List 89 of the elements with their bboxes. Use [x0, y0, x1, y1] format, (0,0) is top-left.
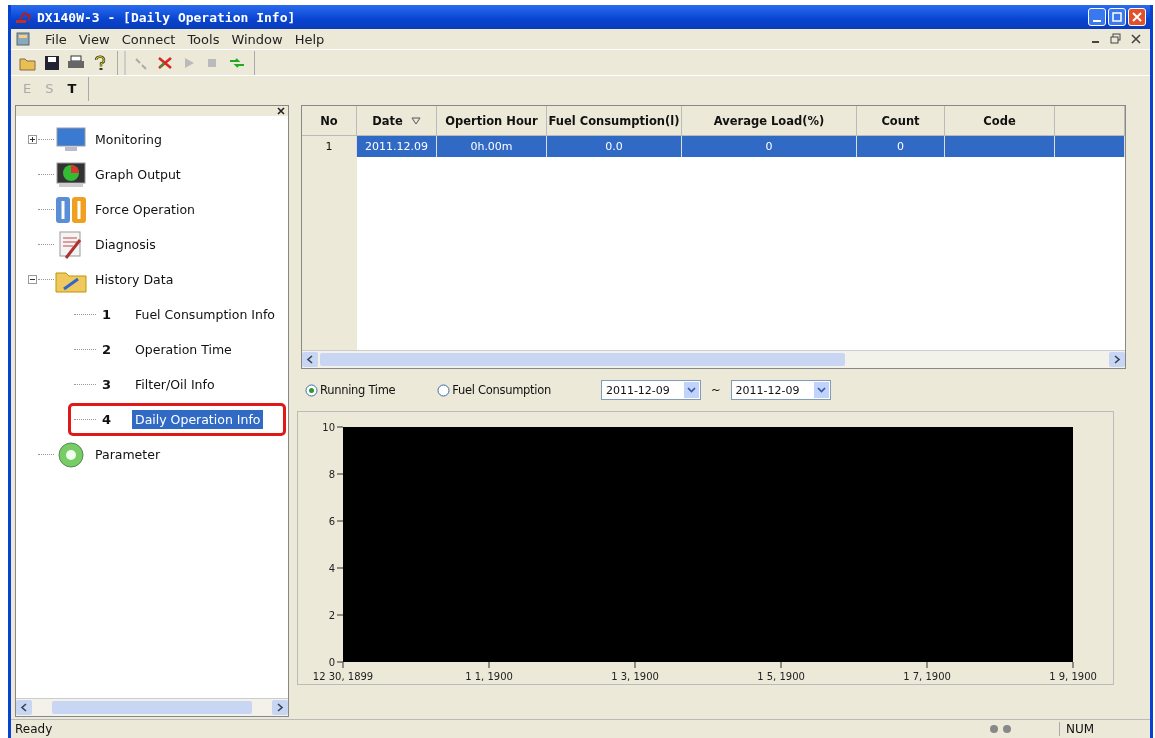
tree-item[interactable]: Diagnosis [92, 235, 159, 254]
maximize-icon [1111, 11, 1123, 23]
table-cell: 1 [302, 136, 357, 157]
close-button[interactable] [1128, 8, 1146, 26]
y-tick [336, 520, 344, 522]
radio-option[interactable]: Running Time [305, 383, 396, 397]
horizontal-scrollbar[interactable] [302, 350, 1125, 368]
excavator-icon [15, 9, 33, 25]
x-tick-label: 1 7, 1900 [903, 671, 951, 682]
status-text: Ready [15, 722, 54, 736]
x-tick-label: 12 30, 1899 [312, 671, 374, 682]
menu-item[interactable]: Help [294, 31, 325, 47]
horizontal-scrollbar[interactable] [16, 698, 288, 716]
restore-icon[interactable] [1110, 33, 1122, 45]
tree-item[interactable]: Graph Output [92, 165, 184, 184]
item-number: 3 [101, 377, 113, 392]
close-icon[interactable] [1130, 33, 1142, 45]
menu-item[interactable]: Connect [121, 31, 176, 47]
disconnect-icon[interactable] [156, 54, 174, 71]
minimize-icon [1093, 20, 1101, 22]
y-tick [336, 661, 344, 663]
minimize-button[interactable] [1088, 8, 1106, 26]
tree-item[interactable]: Force Operation [92, 200, 198, 219]
window-title: DX140W-3 - [Daily Operation Info] [37, 9, 296, 25]
x-tick-label: 1 1, 1900 [465, 671, 513, 682]
y-tick [336, 473, 344, 475]
tree-item[interactable]: Daily Operation Info [132, 410, 264, 429]
tools-icon [54, 194, 88, 225]
mode-button[interactable]: T [63, 81, 81, 96]
item-number: 4 [101, 412, 113, 427]
menu-item[interactable]: Tools [187, 31, 220, 47]
range-separator: ~ [709, 383, 722, 397]
chevron-down-icon[interactable] [686, 387, 696, 393]
y-tick-label: 4 [328, 563, 335, 574]
scroll-left-icon[interactable] [16, 700, 32, 715]
sort-icon [410, 116, 421, 125]
scroll-left-icon[interactable] [302, 352, 318, 367]
document-icon [15, 31, 33, 47]
table-cell: 0h.00m [437, 136, 547, 157]
tree-item[interactable]: Parameter [92, 445, 164, 464]
date-dropdown[interactable]: 2011-12-09 [730, 380, 831, 400]
x-tick-label: 1 5, 1900 [757, 671, 805, 682]
x-tick [780, 661, 782, 669]
close-icon [1131, 11, 1143, 23]
menu-item[interactable]: File [45, 31, 67, 47]
table-cell: 0.0 [547, 136, 682, 157]
pie-chart-icon [54, 159, 88, 190]
tree-item[interactable]: History Data [92, 270, 177, 289]
table-row[interactable]: 1 2011.12.09 0h.00m 0.0 0 0 [302, 136, 1125, 157]
tree-item[interactable]: Fuel Consumption Info [132, 305, 278, 324]
menu-item[interactable]: View [78, 31, 110, 47]
maximize-button[interactable] [1108, 8, 1126, 26]
x-tick-label: 1 3, 1900 [611, 671, 659, 682]
item-number: 1 [101, 307, 113, 322]
scroll-right-icon[interactable] [1109, 352, 1125, 367]
printer-icon[interactable] [67, 54, 85, 71]
expand-icon[interactable] [27, 135, 37, 144]
y-tick [336, 567, 344, 569]
x-tick [1072, 661, 1074, 669]
x-tick-label: 1 9, 1900 [1049, 671, 1097, 682]
scroll-right-icon[interactable] [272, 700, 288, 715]
y-tick-label: 2 [328, 610, 335, 621]
tree-item[interactable]: Operation Time [132, 340, 235, 359]
radio-icon[interactable] [437, 383, 451, 397]
x-tick [342, 661, 344, 669]
x-tick [926, 661, 928, 669]
y-tick-label: 10 [322, 422, 335, 433]
item-number: 2 [101, 342, 113, 357]
date-dropdown[interactable]: 2011-12-09 [600, 380, 701, 400]
table-cell: 0 [857, 136, 945, 157]
y-tick [336, 614, 344, 616]
radio-option[interactable]: Fuel Consumption [437, 383, 551, 397]
radio-icon[interactable] [305, 383, 318, 397]
table-cell: 2011.12.09 [357, 136, 437, 157]
menu-item[interactable]: Window [231, 31, 283, 47]
chevron-down-icon[interactable] [816, 387, 826, 393]
table-cell: 0 [682, 136, 857, 157]
y-tick [336, 426, 344, 428]
collapse-icon[interactable] [27, 275, 37, 284]
save-icon[interactable] [43, 54, 61, 71]
num-lock-indicator: NUM [1059, 722, 1146, 736]
y-tick-label: 8 [328, 469, 335, 480]
tree-item[interactable]: Filter/Oil Info [132, 375, 218, 394]
tree-item[interactable]: Monitoring [92, 130, 165, 149]
x-tick [488, 661, 490, 669]
close-icon[interactable] [276, 106, 286, 116]
x-tick [634, 661, 636, 669]
y-tick-label: 0 [328, 657, 335, 668]
y-tick-label: 6 [328, 516, 335, 527]
